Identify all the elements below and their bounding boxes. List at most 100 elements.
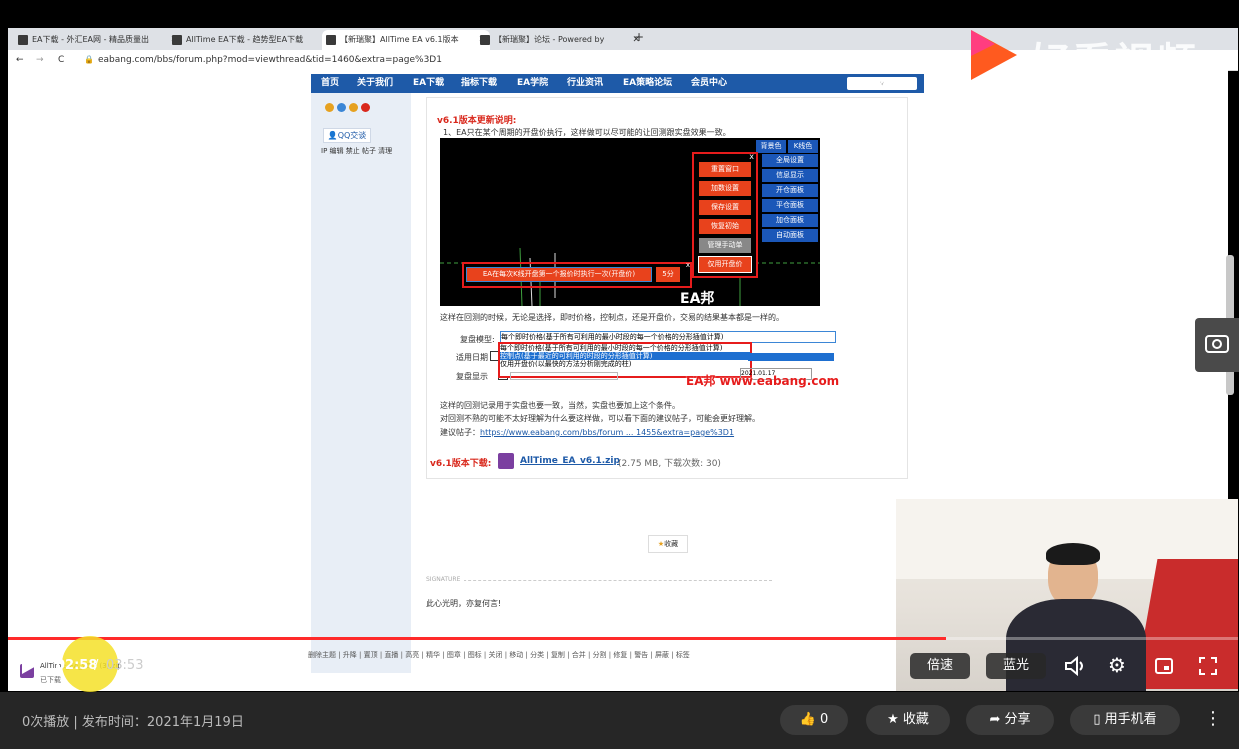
model-option[interactable]: 每个即时价格(基于所有可利用的最小时段的每一个价格的分形插值计算) bbox=[500, 344, 750, 352]
forward-icon[interactable]: → bbox=[36, 50, 44, 70]
moderator-link[interactable]: 高亮 bbox=[405, 651, 419, 659]
screenshot-button[interactable] bbox=[1195, 318, 1239, 372]
nav-item[interactable]: 首页 bbox=[321, 74, 339, 93]
link-separator: | bbox=[460, 651, 468, 659]
moderator-link[interactable]: 警告 bbox=[634, 651, 648, 659]
close-icon[interactable]: x bbox=[686, 261, 690, 269]
update-title: v6.1版本更新说明: bbox=[437, 116, 517, 126]
reload-icon[interactable]: C bbox=[58, 50, 64, 70]
quality-button[interactable]: 蓝光 bbox=[986, 653, 1046, 679]
fullscreen-button[interactable] bbox=[1198, 656, 1218, 680]
favorite-button[interactable]: ★ 收藏 bbox=[866, 705, 950, 735]
nav-item[interactable]: EA下载 bbox=[413, 74, 444, 93]
menu-info-display[interactable]: 信息显示 bbox=[762, 169, 818, 182]
url-field[interactable]: eabang.com/bbs/forum.php?mod=viewthread&… bbox=[98, 50, 442, 70]
favorite-post-button[interactable]: ★收藏 bbox=[648, 535, 688, 553]
signature-label: SIGNATURE bbox=[426, 576, 465, 583]
thumbs-up-icon: 👍 bbox=[799, 712, 816, 727]
moderator-link[interactable]: 合并 bbox=[572, 651, 586, 659]
link-separator: | bbox=[564, 651, 572, 659]
moderator-link[interactable]: 复制 bbox=[551, 651, 565, 659]
favicon-icon bbox=[172, 35, 182, 45]
moderator-link[interactable]: 移动 bbox=[509, 651, 523, 659]
moderator-link[interactable]: 升降 bbox=[343, 651, 357, 659]
nav-item[interactable]: 关于我们 bbox=[357, 74, 393, 93]
site-nav: 首页 关于我们 EA下载 指标下载 EA学院 行业资讯 EA策略论坛 会员中心 … bbox=[311, 74, 924, 93]
menu-close-panel[interactable]: 平仓面板 bbox=[762, 199, 818, 212]
watch-on-phone-button[interactable]: ▯ 用手机看 bbox=[1070, 705, 1180, 735]
file-link[interactable]: AllTime_EA_v6.1.zip bbox=[520, 456, 620, 466]
close-icon[interactable]: x bbox=[749, 152, 754, 161]
period-badge: 5分 bbox=[656, 267, 680, 282]
bg-color-tab[interactable]: 背景色 bbox=[756, 140, 786, 153]
suggest-link[interactable]: https://www.eabang.com/bbs/forum ... 145… bbox=[480, 428, 734, 437]
manual-orders-button[interactable]: 管理手动单 bbox=[699, 238, 751, 253]
user-sidebar: 👤QQ交谈 IP 编辑 禁止 帖子 清理 bbox=[311, 93, 411, 673]
moderator-link[interactable]: 置顶 bbox=[364, 651, 378, 659]
qq-chat-button[interactable]: 👤QQ交谈 bbox=[323, 128, 371, 143]
menu-global-settings[interactable]: 全局设置 bbox=[762, 154, 818, 167]
settings-popup: x 重置窗口 加数设置 保存设置 恢复初始 管理手动单 仅用开盘价 bbox=[692, 152, 758, 278]
save-settings-button[interactable]: 保存设置 bbox=[699, 200, 751, 215]
tab-label: EA下载 - 外汇EA网 - 精品质量出 bbox=[32, 35, 149, 44]
candle-color-tab[interactable]: K线色 bbox=[788, 140, 818, 153]
speed-button[interactable]: 倍速 bbox=[910, 653, 970, 679]
link-separator: | bbox=[481, 651, 489, 659]
para3: 对回测不熟的可能不太好理解为什么要这样做，可以看下面的建议帖子，可能会更好理解。 bbox=[440, 414, 760, 423]
restore-default-button[interactable]: 恢复初始 bbox=[699, 219, 751, 234]
picture-in-picture-icon bbox=[1155, 658, 1173, 674]
moderator-link[interactable]: 删除主题 bbox=[308, 651, 336, 659]
params-button[interactable]: 加数设置 bbox=[699, 181, 751, 196]
update-line: 1、EA只在某个周期的开盘价执行，这样做可以尽可能的让回测跟实盘效果一致。 bbox=[443, 128, 731, 137]
tab-label: AllTime EA下载 - 趋势型EA下载 bbox=[186, 35, 304, 44]
moderator-link[interactable]: 屏蔽 bbox=[655, 651, 669, 659]
admin-actions[interactable]: IP 编辑 禁止 帖子 清理 bbox=[321, 146, 392, 156]
like-button[interactable]: 👍 0 bbox=[780, 705, 848, 735]
new-tab-button[interactable]: + bbox=[634, 30, 644, 44]
moderator-link[interactable]: 图章 bbox=[447, 651, 461, 659]
reset-window-button[interactable]: 重置窗口 bbox=[699, 162, 751, 177]
moderator-link[interactable]: 分类 bbox=[530, 651, 544, 659]
settings-gear-icon[interactable]: ⚙ bbox=[1108, 655, 1126, 675]
video-progress-bar[interactable] bbox=[8, 637, 1238, 640]
nav-item[interactable]: EA学院 bbox=[517, 74, 548, 93]
selection-highlight bbox=[748, 353, 834, 361]
file-meta: (2.75 MB, 下载次数: 30) bbox=[618, 459, 721, 469]
speed-slider[interactable] bbox=[510, 372, 618, 380]
nav-item[interactable]: EA策略论坛 bbox=[623, 74, 672, 93]
nav-item[interactable]: 行业资讯 bbox=[567, 74, 603, 93]
model-option-selected[interactable]: 控制点(基于最近的可利用的时段的分形插值计算) bbox=[500, 352, 750, 360]
play-button[interactable] bbox=[18, 654, 40, 676]
browser-tab-active[interactable]: 【新瑞聚】AllTime EA v6.1版本 ✕ bbox=[322, 30, 490, 50]
menu-auto-panel[interactable]: 自动面板 bbox=[762, 229, 818, 242]
link-separator: | bbox=[356, 651, 364, 659]
nav-item[interactable]: 会员中心 bbox=[691, 74, 727, 93]
browser-tab[interactable]: AllTime EA下载 - 趋势型EA下载 ✕ bbox=[168, 30, 336, 50]
medal-icons bbox=[325, 99, 375, 121]
more-icon[interactable]: ⋮ bbox=[1204, 708, 1222, 729]
menu-open-panel[interactable]: 开仓面板 bbox=[762, 184, 818, 197]
moderator-link[interactable]: 分割 bbox=[593, 651, 607, 659]
volume-button[interactable] bbox=[1064, 655, 1088, 681]
moderator-link[interactable]: 直播 bbox=[384, 651, 398, 659]
moderator-link[interactable]: 标签 bbox=[676, 651, 690, 659]
download-title: v6.1版本下载: bbox=[430, 459, 492, 469]
moderator-link[interactable]: 关闭 bbox=[489, 651, 503, 659]
open-price-text: EA在每次K线开盘第一个报价时执行一次(开盘价) bbox=[466, 267, 652, 282]
nav-item[interactable]: 指标下载 bbox=[461, 74, 497, 93]
link-separator: | bbox=[544, 651, 551, 659]
open-price-only-button[interactable]: 仅用开盘价 bbox=[698, 256, 752, 273]
browser-tab[interactable]: EA下载 - 外汇EA网 - 精品质量出 ✕ bbox=[14, 30, 182, 50]
back-icon[interactable]: ← bbox=[16, 50, 24, 70]
menu-add-panel[interactable]: 加仓面板 bbox=[762, 214, 818, 227]
share-button[interactable]: ➦ 分享 bbox=[966, 705, 1054, 735]
brand-logo-icon bbox=[965, 26, 1023, 84]
quick-nav-dropdown[interactable]: 快捷导航 ▾ bbox=[847, 77, 917, 91]
model-option[interactable]: 仅用开盘价(以最快的方法分析刚完成的柱) bbox=[500, 360, 750, 368]
pip-button[interactable] bbox=[1154, 656, 1174, 680]
video-meta: 0次播放 | 发布时间：2021年1月19日 bbox=[22, 715, 244, 730]
moderator-link[interactable]: 修复 bbox=[613, 651, 627, 659]
moderator-link[interactable]: 图标 bbox=[468, 651, 482, 659]
moderator-link[interactable]: 精华 bbox=[426, 651, 440, 659]
browser-tab[interactable]: 【新瑞聚】论坛 - Powered by ✕ bbox=[476, 30, 644, 50]
